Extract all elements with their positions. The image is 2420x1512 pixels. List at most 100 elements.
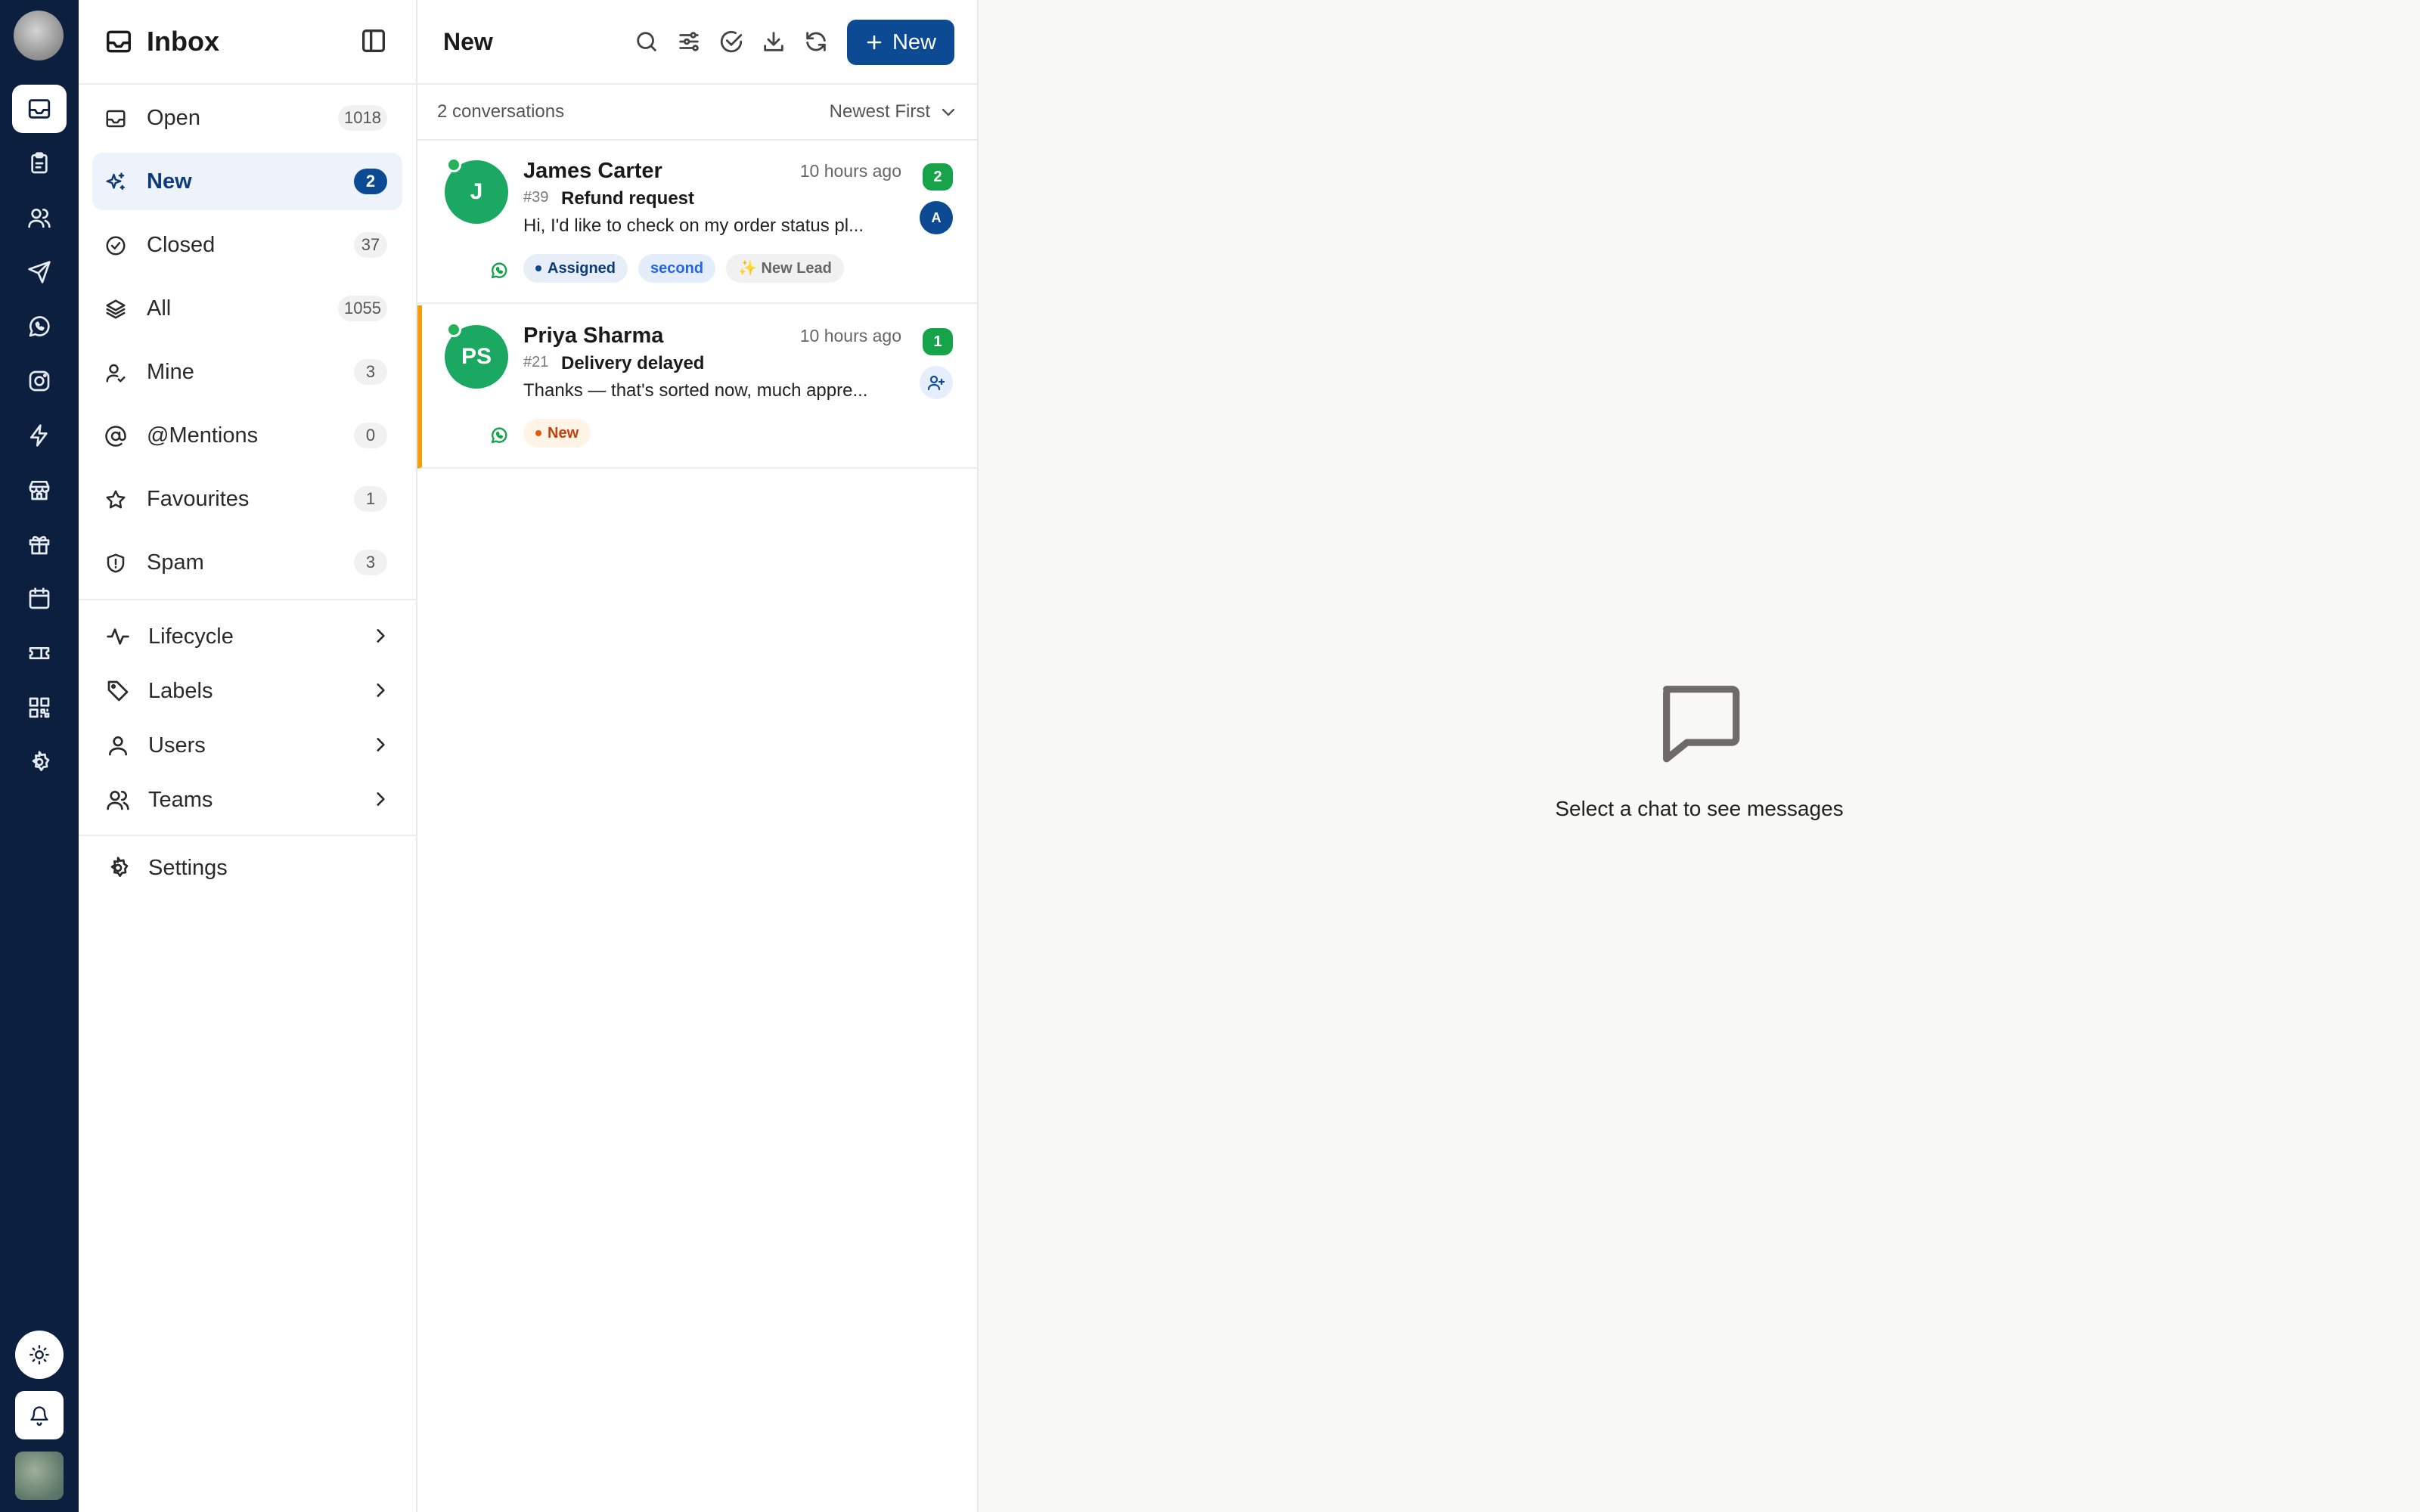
tag-new[interactable]: New xyxy=(523,419,591,448)
conversation-item[interactable]: PS Priya Sharma 10 hours ago #21 Deliver… xyxy=(417,305,977,469)
contacts-nav-icon[interactable] xyxy=(12,194,67,242)
whatsapp-nav-icon[interactable] xyxy=(12,302,67,351)
settings-label: Settings xyxy=(148,856,228,880)
user-icon xyxy=(106,733,130,758)
sidebar-item-count: 1055 xyxy=(338,296,387,321)
sidebar-item-count: 0 xyxy=(354,423,387,448)
new-conversation-button[interactable]: New xyxy=(847,20,954,65)
sort-dropdown[interactable]: Newest First xyxy=(830,98,957,125)
store-nav-icon[interactable] xyxy=(12,466,67,514)
sidebar-group-label: Teams xyxy=(148,788,213,812)
bell-icon[interactable] xyxy=(15,1391,64,1439)
theme-toggle-icon[interactable] xyxy=(15,1331,64,1379)
chevron-right-icon xyxy=(371,626,390,646)
filter-sliders-icon[interactable] xyxy=(676,29,702,54)
new-button-label: New xyxy=(892,29,936,54)
gift-nav-icon[interactable] xyxy=(12,520,67,569)
calendar-nav-icon[interactable] xyxy=(12,575,67,623)
sidebar-item-all[interactable]: All 1055 xyxy=(92,280,402,337)
refresh-icon[interactable] xyxy=(803,29,829,54)
sparkles-icon xyxy=(104,171,127,194)
tag-icon xyxy=(106,679,130,703)
sidebar-item-closed[interactable]: Closed 37 xyxy=(92,216,402,274)
sidebar-group-teams[interactable]: Teams xyxy=(106,777,402,823)
sidebar-settings[interactable]: Settings xyxy=(106,845,402,891)
sidebar-header: Inbox xyxy=(79,0,416,85)
tag-label: second xyxy=(650,260,704,277)
workspace-avatar[interactable] xyxy=(15,1452,64,1500)
chevron-right-icon xyxy=(371,789,390,809)
sidebar-item-open[interactable]: Open 1018 xyxy=(92,89,402,147)
contact-name: Priya Sharma xyxy=(523,324,664,348)
sidebar-item-new[interactable]: New 2 xyxy=(92,153,402,210)
list-subbar: 2 conversations Newest First xyxy=(417,85,977,141)
inbox-nav-icon[interactable] xyxy=(12,85,67,133)
contact-name: James Carter xyxy=(523,159,662,183)
sidebar-group-lifecycle[interactable]: Lifecycle xyxy=(106,614,402,659)
whatsapp-channel-icon xyxy=(490,262,508,280)
sidebar-group-label: Lifecycle xyxy=(148,624,234,649)
sidebar-group-label: Users xyxy=(148,733,206,758)
inbox-icon xyxy=(104,107,127,130)
tag-list: Assigned second ✨ New Lead xyxy=(523,254,844,283)
inbox-sidebar: Inbox Open 1018 New 2 Closed 37 All 1055… xyxy=(79,0,417,1512)
sidebar-item-mine[interactable]: Mine 3 xyxy=(92,343,402,401)
tag-assigned[interactable]: Assigned xyxy=(523,254,628,283)
message-preview: Thanks — that's sorted now, much appre..… xyxy=(523,380,868,401)
sidebar-item-mentions[interactable]: @Mentions 0 xyxy=(92,407,402,464)
qr-code-nav-icon[interactable] xyxy=(12,683,67,732)
settings-nav-icon[interactable] xyxy=(12,738,67,786)
unread-badge: 2 xyxy=(923,163,953,191)
users-icon xyxy=(106,788,130,812)
instagram-nav-icon[interactable] xyxy=(12,357,67,405)
sidebar-item-label: Spam xyxy=(147,550,204,575)
chevron-down-icon xyxy=(939,103,957,121)
sidebar-item-label: All xyxy=(147,296,172,321)
assign-user-icon[interactable] xyxy=(920,366,953,399)
sidebar-item-label: Favourites xyxy=(147,487,250,511)
sidebar-group-labels[interactable]: Labels xyxy=(106,668,402,714)
activity-icon xyxy=(106,624,130,649)
ticket-nav-icon[interactable] xyxy=(12,629,67,677)
sidebar-divider xyxy=(79,599,416,600)
sidebar-group-label: Labels xyxy=(148,679,213,703)
conversation-time: 10 hours ago xyxy=(799,161,901,181)
check-circle-icon[interactable] xyxy=(718,29,744,54)
send-nav-icon[interactable] xyxy=(12,248,67,296)
lightning-nav-icon[interactable] xyxy=(12,411,67,460)
icon-rail xyxy=(0,0,79,1512)
sidebar-group-users[interactable]: Users xyxy=(106,723,402,768)
tag-label: ✨ New Lead xyxy=(738,260,832,277)
sidebar-item-spam[interactable]: Spam 3 xyxy=(92,534,402,591)
whatsapp-channel-icon xyxy=(490,426,508,445)
conversation-id: #21 xyxy=(523,354,549,370)
sidebar-item-label: Mine xyxy=(147,360,194,384)
online-indicator xyxy=(446,157,461,172)
assignee-avatar[interactable]: A xyxy=(920,201,953,234)
layers-icon xyxy=(104,298,127,321)
tag-label: New xyxy=(548,425,579,442)
sidebar-item-label: New xyxy=(147,169,192,194)
chat-empty-state: Select a chat to see messages xyxy=(979,0,2420,1512)
chevron-right-icon xyxy=(371,680,390,700)
conversation-item[interactable]: J James Carter 10 hours ago #39 Refund r… xyxy=(417,141,977,304)
star-icon xyxy=(104,488,127,511)
list-title: New xyxy=(443,28,493,55)
tag-new-lead[interactable]: ✨ New Lead xyxy=(726,254,844,283)
tag-list: New xyxy=(523,419,591,448)
chevron-right-icon xyxy=(371,735,390,754)
sidebar-divider xyxy=(79,835,416,836)
sidebar-item-count: 1 xyxy=(354,486,387,512)
clipboard-nav-icon[interactable] xyxy=(12,139,67,187)
user-avatar[interactable] xyxy=(14,11,64,60)
tag-second[interactable]: second xyxy=(638,254,716,283)
sidebar-item-favourites[interactable]: Favourites 1 xyxy=(92,470,402,528)
sidebar-collapse-icon[interactable] xyxy=(358,26,389,56)
conversation-list: New New 2 conversations Newest First J J… xyxy=(417,0,979,1512)
sidebar-item-count: 2 xyxy=(354,169,387,194)
search-icon[interactable] xyxy=(634,29,659,54)
sidebar-item-count: 1018 xyxy=(338,105,387,131)
sidebar-item-label: Closed xyxy=(147,233,216,257)
check-circle-icon xyxy=(104,234,127,257)
download-icon[interactable] xyxy=(761,29,786,54)
